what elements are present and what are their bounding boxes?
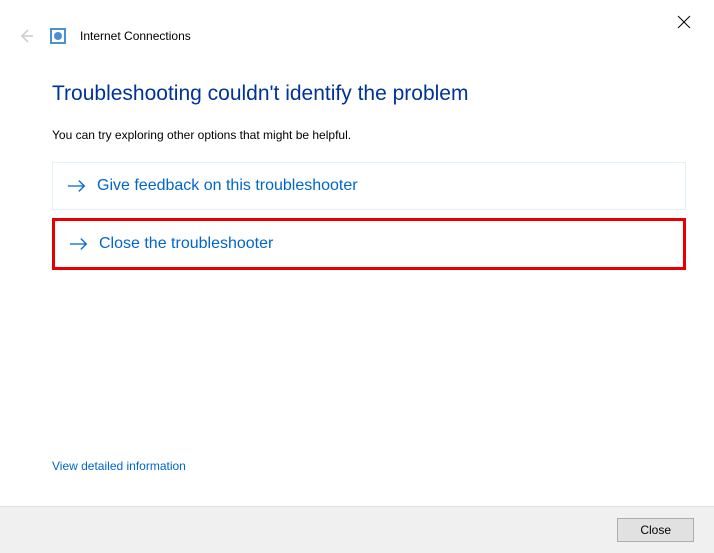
back-arrow-icon bbox=[18, 28, 34, 44]
subtitle-text: You can try exploring other options that… bbox=[52, 128, 686, 142]
option-close-troubleshooter[interactable]: Close the troubleshooter bbox=[52, 218, 686, 270]
dialog-content: Troubleshooting couldn't identify the pr… bbox=[0, 46, 714, 270]
close-icon bbox=[677, 15, 691, 29]
troubleshooter-icon bbox=[50, 28, 66, 44]
arrow-right-icon bbox=[69, 236, 89, 252]
view-detailed-link[interactable]: View detailed information bbox=[52, 459, 186, 473]
dialog-title: Internet Connections bbox=[80, 29, 191, 43]
options-list: Give feedback on this troubleshooter Clo… bbox=[52, 162, 686, 270]
close-button[interactable]: Close bbox=[617, 518, 694, 542]
arrow-right-icon bbox=[67, 178, 87, 194]
main-heading: Troubleshooting couldn't identify the pr… bbox=[52, 82, 686, 106]
dialog-footer: Close bbox=[0, 506, 714, 553]
option-label: Give feedback on this troubleshooter bbox=[97, 177, 358, 195]
option-give-feedback[interactable]: Give feedback on this troubleshooter bbox=[52, 162, 686, 210]
window-close-button[interactable] bbox=[674, 12, 694, 32]
back-button[interactable] bbox=[16, 26, 36, 46]
dialog-header: Internet Connections bbox=[0, 0, 714, 46]
option-label: Close the troubleshooter bbox=[99, 235, 273, 253]
